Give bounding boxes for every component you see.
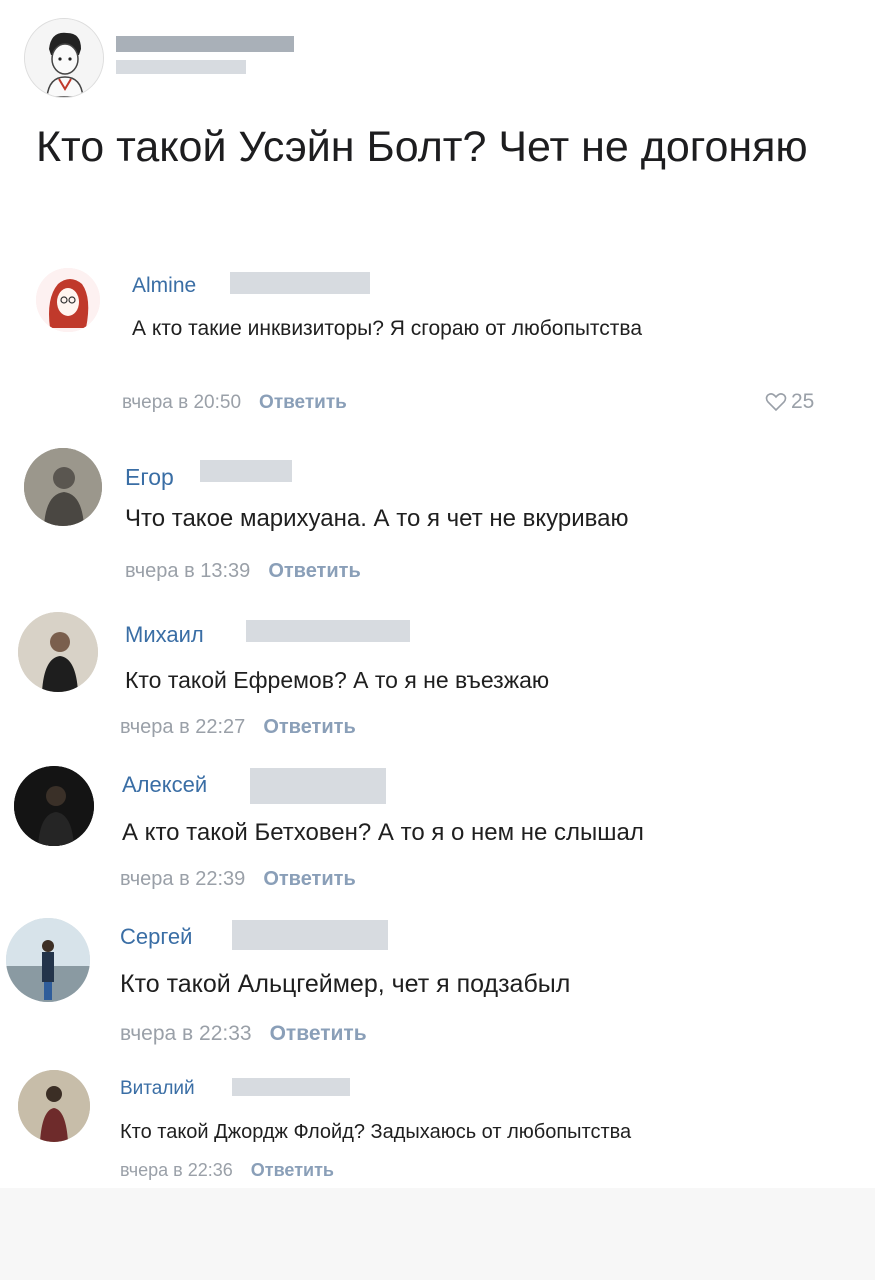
comment-time: вчера в 22:36 (120, 1160, 233, 1180)
comment-text: Кто такой Джордж Флойд? Задыхаюсь от люб… (120, 1121, 632, 1143)
comment-avatar[interactable] (14, 766, 94, 846)
post-date-redacted (116, 60, 246, 74)
author-surname-redacted (200, 460, 292, 482)
comment-author[interactable]: Егор (125, 464, 174, 491)
author-surname-redacted (232, 1078, 350, 1096)
comment-avatar[interactable] (36, 268, 100, 332)
like-button[interactable]: 25 (765, 390, 814, 414)
comment-time: вчера в 20:50 (122, 392, 242, 413)
comment-author[interactable]: Алексей (122, 772, 207, 798)
comment-text: А кто такие инквизиторы? Я сгораю от люб… (132, 317, 643, 340)
comment-avatar[interactable] (18, 612, 98, 692)
avatar-illustration-icon (36, 268, 100, 332)
reply-link[interactable]: Ответить (263, 868, 355, 890)
author-surname-redacted (250, 768, 386, 804)
author-surname-redacted (230, 272, 370, 294)
comment-author[interactable]: Виталий (120, 1078, 195, 1100)
reply-link[interactable]: Ответить (268, 560, 360, 582)
comment-author[interactable]: Сергей (120, 924, 192, 950)
like-count: 25 (791, 390, 815, 413)
comment-meta: вчера в 22:27 Ответить (120, 716, 356, 739)
comment-meta: вчера в 22:36 Ответить (120, 1160, 334, 1181)
comment-text: Кто такой Ефремов? А то я не въезжаю (125, 667, 550, 693)
heart-icon (765, 393, 787, 412)
reply-link[interactable]: Ответить (270, 1022, 367, 1045)
post-header (20, 14, 860, 100)
avatar-photo-icon (14, 766, 94, 846)
comment-author[interactable]: Almine (132, 274, 196, 298)
avatar-sketch-icon (25, 19, 103, 97)
post-text: Кто такой Усэйн Болт? Чет не догоняю (36, 123, 808, 171)
comment-meta: вчера в 22:39 Ответить (120, 868, 356, 891)
comment-avatar[interactable] (24, 448, 102, 526)
author-surname-redacted (246, 620, 410, 642)
avatar-photo-icon (6, 918, 90, 1002)
comment-meta: вчера в 13:39 Ответить (125, 560, 361, 583)
avatar-photo-icon (18, 1070, 90, 1142)
comment-author[interactable]: Михаил (125, 622, 204, 648)
author-surname-redacted (232, 920, 388, 950)
comment-avatar[interactable] (18, 1070, 90, 1142)
comment-meta: вчера в 20:50 Ответить (122, 392, 347, 414)
comment-avatar[interactable] (6, 918, 90, 1002)
comment-meta: вчера в 22:33 Ответить (120, 1022, 367, 1046)
comment-time: вчера в 13:39 (125, 560, 251, 582)
comment-text: Кто такой Альцгеймер, чет я подзабыл (120, 970, 571, 998)
comment-time: вчера в 22:39 (120, 868, 246, 890)
comment-text: А кто такой Бетховен? А то я о нем не сл… (122, 819, 644, 846)
avatar-photo-icon (18, 612, 98, 692)
post-author-name-redacted (116, 36, 294, 52)
avatar-photo-icon (24, 448, 102, 526)
reply-link[interactable]: Ответить (251, 1160, 334, 1180)
bottom-area (0, 1188, 875, 1280)
post-author-avatar[interactable] (24, 18, 104, 98)
comment-time: вчера в 22:27 (120, 716, 246, 738)
reply-link[interactable]: Ответить (263, 716, 355, 738)
reply-link[interactable]: Ответить (259, 392, 347, 413)
comment-time: вчера в 22:33 (120, 1022, 252, 1045)
comment-text: Что такое марихуана. А то я чет не вкури… (125, 505, 629, 532)
